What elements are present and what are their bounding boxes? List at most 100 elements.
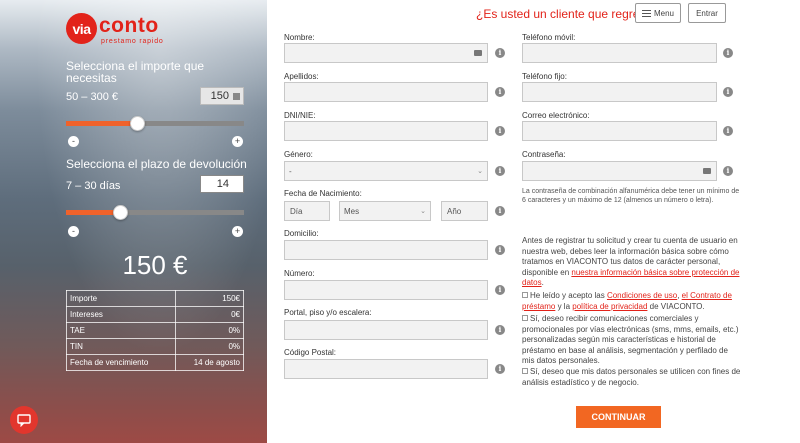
marketing-consent: Sí, deseo recibir comunicaciones comerci… xyxy=(522,314,742,367)
autofill-icon[interactable] xyxy=(703,168,711,174)
info-icon[interactable]: i xyxy=(495,166,505,176)
fecha-label: Fecha de Nacimiento: xyxy=(284,189,362,198)
nombre-input[interactable] xyxy=(284,43,488,63)
login-button[interactable]: Entrar xyxy=(688,3,726,23)
info-icon[interactable]: i xyxy=(495,325,505,335)
summary-label: Fecha de vencimiento xyxy=(66,354,176,371)
analytics-checkbox[interactable] xyxy=(522,368,528,374)
privacy-policy-link[interactable]: política de privacidad xyxy=(572,302,647,311)
numero-label: Número: xyxy=(284,269,315,278)
term-slider[interactable] xyxy=(66,205,244,220)
term-value: 14 xyxy=(216,178,229,190)
summary-label: TIN xyxy=(66,338,176,355)
logo-tagline: prestamo rapido xyxy=(101,38,164,45)
codigo-postal-input[interactable] xyxy=(284,359,488,379)
term-title: Selecciona el plazo de devolución xyxy=(66,157,247,171)
summary-row: Fecha de vencimiento 14 de agosto xyxy=(66,354,245,371)
summary-row: TIN 0% xyxy=(66,338,245,355)
info-icon[interactable]: i xyxy=(495,364,505,374)
dni-label: DNI/NIE: xyxy=(284,111,316,120)
genero-label: Género: xyxy=(284,150,313,159)
term-input[interactable]: 14 xyxy=(200,175,244,193)
info-icon[interactable]: i xyxy=(723,126,733,136)
genero-value: - xyxy=(289,166,292,176)
apellidos-input[interactable] xyxy=(284,82,488,102)
telefono-movil-label: Teléfono móvil: xyxy=(522,33,576,42)
telefono-fijo-label: Teléfono fijo: xyxy=(522,72,567,81)
summary-value: 0€ xyxy=(174,306,245,323)
numero-input[interactable] xyxy=(284,280,488,300)
amount-title: Selecciona el importe que necesitas xyxy=(66,59,205,85)
amount-range: 50 – 300 € xyxy=(66,91,118,103)
dia-input[interactable]: Día xyxy=(284,201,330,221)
info-icon[interactable]: i xyxy=(495,206,505,216)
info-icon[interactable]: i xyxy=(495,48,505,58)
telefono-fijo-input[interactable] xyxy=(522,82,717,102)
term-decrease-button[interactable]: - xyxy=(68,226,79,237)
viaconto-logo[interactable]: via conto prestamo rapido xyxy=(66,13,186,45)
amount-value: 150 xyxy=(210,90,229,102)
chat-icon xyxy=(17,413,31,427)
genero-select[interactable]: - ⌄ xyxy=(284,161,488,181)
info-icon[interactable]: i xyxy=(723,48,733,58)
terms-separator: y la xyxy=(555,301,573,311)
domicilio-label: Domicilio: xyxy=(284,229,319,238)
info-icon[interactable]: i xyxy=(723,87,733,97)
amount-slider-fill xyxy=(66,121,138,126)
spinner-icon[interactable] xyxy=(233,93,240,100)
marketing-text: Sí, deseo recibir comunicaciones comerci… xyxy=(522,314,739,365)
portal-input[interactable] xyxy=(284,320,488,340)
term-slider-fill xyxy=(66,210,121,215)
amount-decrease-button[interactable]: - xyxy=(68,136,79,147)
dni-input[interactable] xyxy=(284,121,488,141)
logo-wordmark: conto xyxy=(99,14,159,37)
summary-value: 150€ xyxy=(174,290,245,307)
terms-text-pre: He leído y acepto las xyxy=(530,291,607,300)
summary-value: 0% xyxy=(174,338,245,355)
terms-checkbox[interactable] xyxy=(522,292,528,298)
portal-label: Portal, piso y/o escalera: xyxy=(284,308,372,317)
anio-placeholder: Año xyxy=(447,207,462,216)
correo-input[interactable] xyxy=(522,121,717,141)
correo-label: Correo electrónico: xyxy=(522,111,590,120)
contrasena-input[interactable] xyxy=(522,161,717,181)
conditions-link[interactable]: Condiciones de uso xyxy=(607,291,677,300)
amount-slider[interactable] xyxy=(66,116,244,131)
hamburger-icon xyxy=(641,9,651,17)
summary-label: Intereses xyxy=(66,306,176,323)
terms-consent: He leído y acepto las Condiciones de uso… xyxy=(522,291,742,312)
anio-input[interactable]: Año xyxy=(441,201,488,221)
terms-text-end: de VIACONTO. xyxy=(647,301,705,311)
term-increase-button[interactable]: + xyxy=(232,226,243,237)
chevron-updown-icon: ⌄ xyxy=(477,168,483,175)
privacy-notice: Antes de registrar tu solicitud y crear … xyxy=(522,236,740,289)
logo-badge: via xyxy=(66,13,97,44)
summary-row: TAE 0% xyxy=(66,322,245,339)
info-icon[interactable]: i xyxy=(495,245,505,255)
info-icon[interactable]: i xyxy=(495,87,505,97)
menu-button[interactable]: Menu xyxy=(635,3,681,23)
loan-summary-table: Importe 150€ Intereses 0€ TAE 0% TIN 0% Fecha de… xyxy=(66,290,245,371)
summary-value: 14 de agosto xyxy=(174,354,245,371)
analytics-text: Sí, deseo que mis datos personales se ut… xyxy=(522,367,741,387)
autofill-icon[interactable] xyxy=(474,50,482,56)
mes-select[interactable]: Mes ⌄ xyxy=(339,201,431,221)
total-amount: 150 € xyxy=(122,250,188,280)
info-icon[interactable]: i xyxy=(723,166,733,176)
info-icon[interactable]: i xyxy=(495,285,505,295)
chat-button[interactable] xyxy=(10,406,38,434)
returning-customer-link[interactable]: ¿Es usted un cliente que regresa xyxy=(476,7,652,21)
domicilio-input[interactable] xyxy=(284,240,488,260)
password-hint: La contraseña de combinación alfanuméric… xyxy=(522,188,740,204)
dia-placeholder: Día xyxy=(290,207,303,216)
continue-button[interactable]: CONTINUAR xyxy=(576,406,661,428)
telefono-movil-input[interactable] xyxy=(522,43,717,63)
amount-input[interactable]: 150 xyxy=(200,87,244,105)
marketing-checkbox[interactable] xyxy=(522,315,528,321)
chevron-updown-icon: ⌄ xyxy=(420,208,426,215)
codigo-postal-label: Código Postal: xyxy=(284,348,337,357)
menu-label: Menu xyxy=(653,8,674,18)
info-icon[interactable]: i xyxy=(495,126,505,136)
summary-value: 0% xyxy=(174,322,245,339)
amount-increase-button[interactable]: + xyxy=(232,136,243,147)
